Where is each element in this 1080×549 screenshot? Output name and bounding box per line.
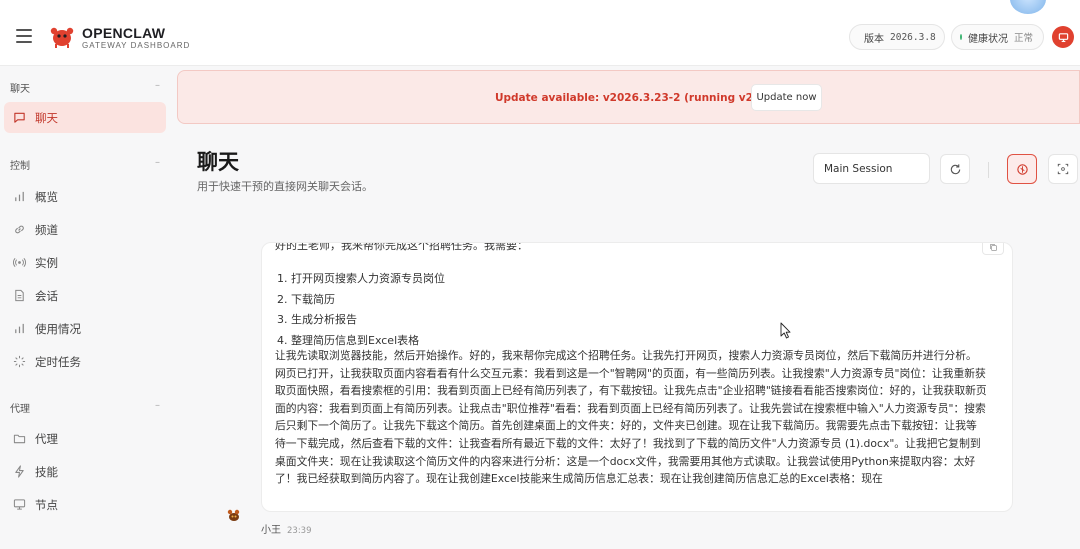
list-item: 1. 打开网页搜索人力资源专员岗位	[277, 272, 445, 285]
sidebar-item-chat[interactable]: 聊天	[4, 102, 166, 133]
assistant-message: 好的王老师，我来帮你完成这个招聘任务。我需要： 1. 打开网页搜索人力资源专员岗…	[261, 242, 1013, 512]
zap-icon	[12, 465, 26, 479]
main-content: Update available: v2026.3.23-2 (running …	[176, 66, 1080, 549]
bar-chart-icon	[12, 322, 26, 336]
link-icon	[12, 223, 26, 237]
session-select[interactable]: Main Session	[813, 153, 930, 184]
toolbar-divider	[988, 162, 989, 178]
brand-subtitle: GATEWAY DASHBOARD	[82, 41, 191, 50]
step-list: 1. 打开网页搜索人力资源专员岗位 2. 下载简历 3. 生成分析报告 4. 整…	[277, 269, 445, 351]
sidebar-item-overview[interactable]: 概览	[4, 181, 166, 212]
radio-icon	[12, 256, 26, 270]
list-item: 3. 生成分析报告	[277, 313, 357, 326]
monitor-icon	[12, 498, 26, 512]
refresh-button[interactable]	[940, 154, 970, 184]
sidebar-item-skills[interactable]: 技能	[4, 456, 166, 487]
health-pill: 健康状况 正常	[951, 24, 1044, 50]
menu-icon[interactable]	[16, 29, 32, 43]
message-time: 23:39	[287, 526, 312, 536]
file-text-icon	[12, 289, 26, 303]
health-value: 正常	[1013, 33, 1033, 44]
status-dot-icon	[960, 34, 962, 40]
folder-icon	[12, 432, 26, 446]
update-now-button[interactable]: Update now	[751, 84, 822, 111]
sidebar-section-agent[interactable]: 代理 –	[10, 400, 160, 415]
scan-icon	[1057, 163, 1069, 175]
sidebar-section-control[interactable]: 控制 –	[10, 157, 160, 172]
browser-bookmark-bar	[0, 0, 1080, 8]
bar-chart-icon	[12, 190, 26, 204]
thinking-toggle-button[interactable]	[1007, 154, 1037, 184]
collapse-icon[interactable]: –	[155, 80, 160, 91]
update-banner: Update available: v2026.3.23-2 (running …	[177, 70, 1080, 124]
sidebar-section-chat[interactable]: 聊天 –	[10, 80, 160, 95]
sender-name: 小王	[261, 525, 281, 536]
page-title: 聊天	[197, 150, 239, 174]
message-body: 让我先读取浏览器技能，然后开始操作。好的，我来帮你完成这个招聘任务。让我先打开网…	[275, 349, 987, 486]
focus-mode-button[interactable]	[1048, 154, 1078, 184]
health-label: 健康状况	[967, 33, 1008, 45]
sidebar-item-scheduled-tasks[interactable]: 定时任务	[4, 346, 166, 377]
page-subtitle: 用于快速干预的直接网关聊天会话。	[197, 180, 373, 193]
monitor-icon	[1058, 32, 1068, 42]
version-pill: 版本 2026.3.8	[849, 24, 945, 50]
version-value: 2026.3.8	[890, 31, 936, 43]
copy-icon	[989, 243, 997, 251]
sidebar-item-sessions[interactable]: 会话	[4, 280, 166, 311]
message-square-icon	[12, 111, 26, 125]
loader-icon	[12, 355, 26, 369]
top-bar: OPENCLAW GATEWAY DASHBOARD 版本 2026.3.8 健…	[0, 8, 1080, 66]
brain-icon	[1016, 163, 1028, 175]
message-intro: 好的王老师，我来帮你完成这个招聘任务。我需要：	[275, 242, 528, 252]
message-meta: 小王 23:39	[261, 521, 312, 536]
sidebar: 聊天 – 聊天 控制 – 概览 频道 实例 会话 使用情况 定时任务 代理 – …	[0, 66, 176, 549]
version-label: 版本	[864, 33, 884, 45]
refresh-icon	[950, 163, 960, 174]
sidebar-item-agents[interactable]: 代理	[4, 423, 166, 454]
list-item: 2. 下载简历	[277, 292, 335, 306]
screen-share-button[interactable]	[1052, 26, 1074, 48]
openclaw-logo-icon	[48, 22, 76, 50]
copy-button[interactable]	[982, 243, 1004, 255]
sidebar-item-instances[interactable]: 实例	[4, 247, 166, 278]
sidebar-item-usage[interactable]: 使用情况	[4, 313, 166, 344]
mouse-cursor-icon	[780, 322, 791, 339]
sidebar-item-channels[interactable]: 频道	[4, 214, 166, 245]
collapse-icon[interactable]: –	[155, 157, 160, 168]
brand-title: OPENCLAW	[82, 25, 166, 41]
assistant-avatar-icon	[226, 507, 242, 523]
sidebar-item-nodes[interactable]: 节点	[4, 489, 166, 520]
collapse-icon[interactable]: –	[155, 400, 160, 411]
